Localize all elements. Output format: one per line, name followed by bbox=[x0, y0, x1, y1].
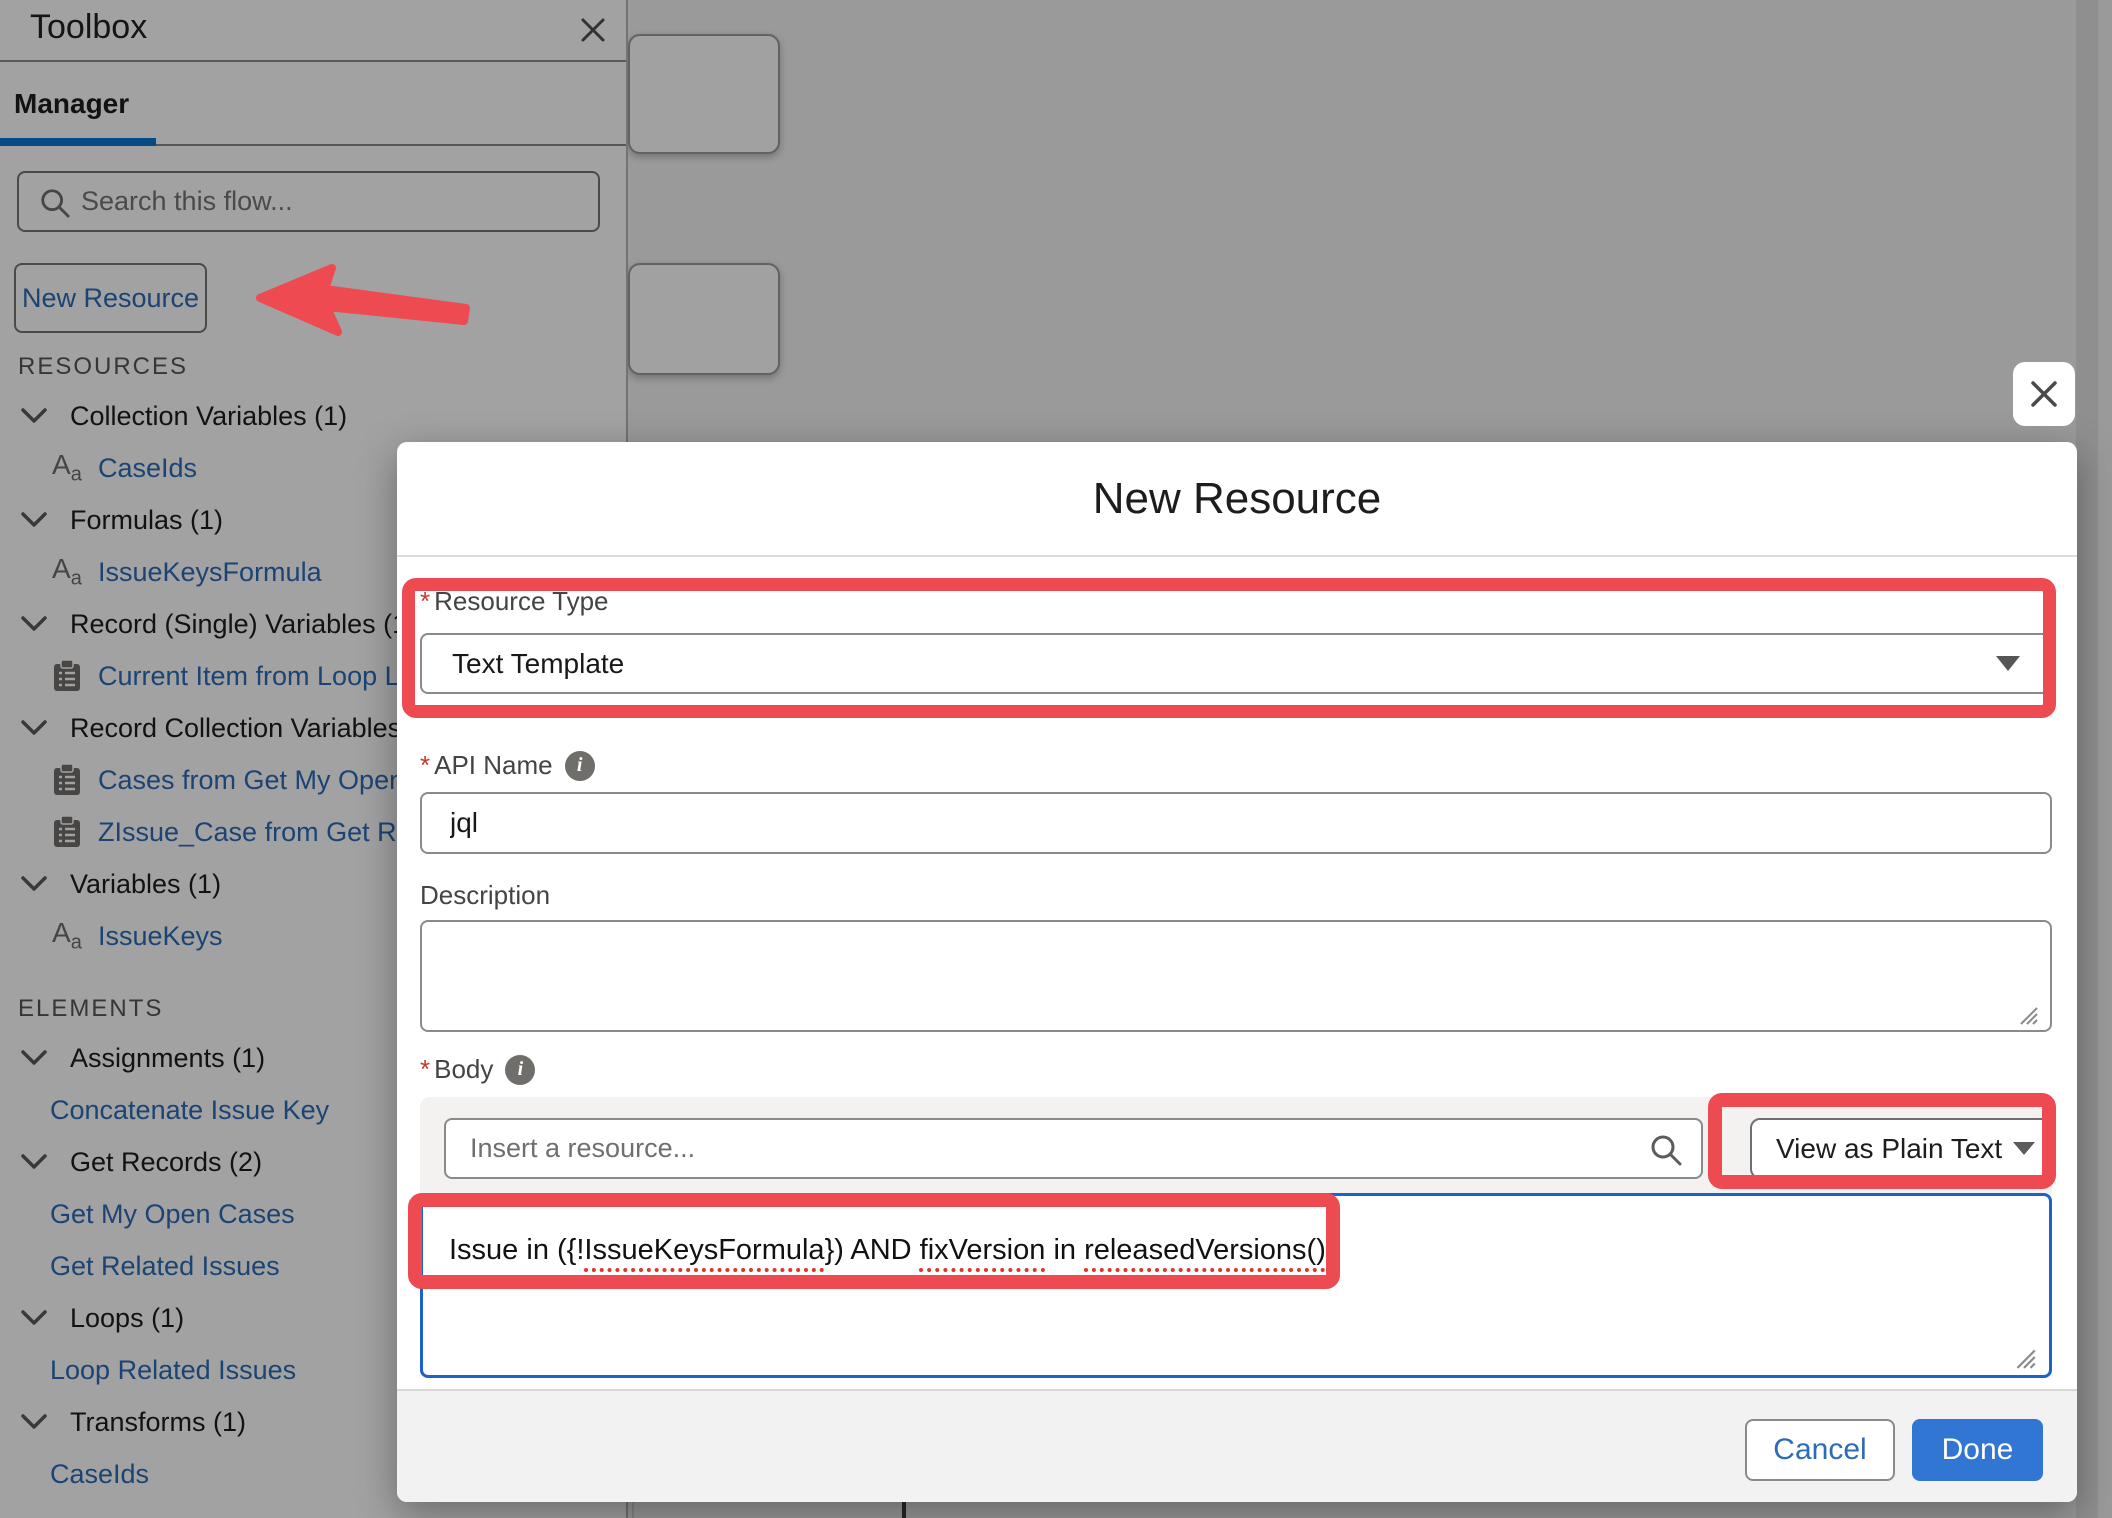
description-label: Description bbox=[420, 880, 550, 911]
api-name-label: API Name bbox=[420, 750, 553, 781]
body-text: Issue in ({! bbox=[449, 1234, 584, 1266]
description-label-row: Description bbox=[420, 880, 550, 911]
resource-type-value: Text Template bbox=[452, 648, 624, 680]
modal-footer: Cancel Done bbox=[397, 1389, 2077, 1502]
resource-type-label: Resource Type bbox=[420, 586, 609, 617]
body-label-row: Body i bbox=[420, 1054, 535, 1085]
view-mode-dropdown[interactable]: View as Plain Text bbox=[1750, 1118, 2055, 1179]
body-text: }) AND bbox=[825, 1234, 920, 1266]
done-button[interactable]: Done bbox=[1912, 1419, 2043, 1481]
api-name-input[interactable] bbox=[420, 792, 2052, 854]
body-text: in bbox=[1045, 1234, 1084, 1266]
body-text-editor[interactable]: Issue in ({!IssueKeysFormula}) AND fixVe… bbox=[420, 1193, 2052, 1378]
text-cursor bbox=[1327, 1230, 1329, 1266]
new-resource-modal: New Resource Resource Type Text Template… bbox=[397, 442, 2077, 1502]
view-mode-value: View as Plain Text bbox=[1776, 1133, 2002, 1165]
description-textarea[interactable] bbox=[420, 920, 2052, 1032]
resource-type-label-row: Resource Type bbox=[420, 586, 609, 617]
cancel-button[interactable]: Cancel bbox=[1745, 1419, 1895, 1481]
info-icon[interactable]: i bbox=[505, 1055, 535, 1085]
resource-type-combobox[interactable]: Text Template bbox=[420, 633, 2052, 694]
chevron-down-icon bbox=[2013, 1142, 2035, 1155]
api-name-label-row: API Name i bbox=[420, 750, 595, 781]
search-icon bbox=[1649, 1133, 1683, 1167]
chevron-down-icon bbox=[1996, 656, 2020, 671]
misspelled-text: releasedVersions() bbox=[1084, 1234, 1326, 1266]
modal-header: New Resource bbox=[397, 442, 2077, 557]
body-editor-toolbar: View as Plain Text bbox=[420, 1097, 2052, 1193]
info-icon[interactable]: i bbox=[565, 751, 595, 781]
modal-title: New Resource bbox=[397, 474, 2077, 524]
flow-builder-screen: Toolbox Manager New Resource RESOURCESCo… bbox=[0, 0, 2112, 1518]
misspelled-text: fixVersion bbox=[920, 1234, 1046, 1266]
close-icon bbox=[2024, 374, 2064, 414]
misspelled-text: IssueKeysFormula bbox=[584, 1234, 824, 1266]
modal-close-button[interactable] bbox=[2013, 362, 2075, 426]
insert-resource-input[interactable] bbox=[470, 1120, 1620, 1177]
body-label: Body bbox=[420, 1054, 493, 1085]
insert-resource-box bbox=[444, 1118, 1703, 1179]
